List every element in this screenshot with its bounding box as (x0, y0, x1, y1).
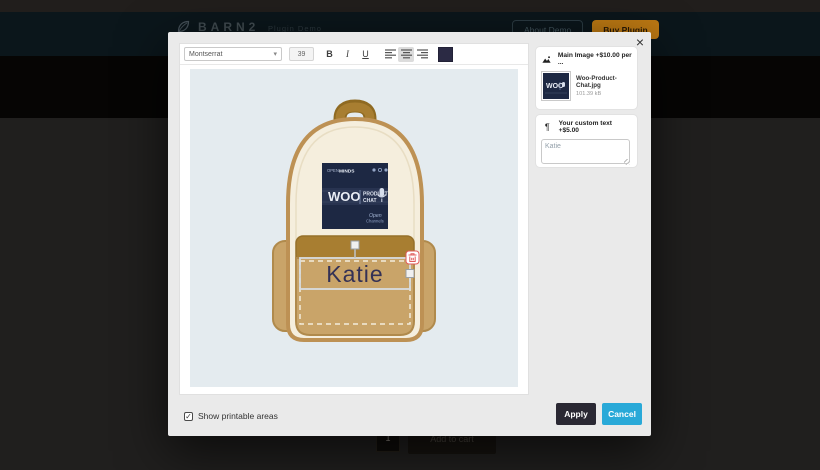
align-center-button[interactable] (398, 46, 414, 62)
artwork-dot (372, 168, 376, 172)
cancel-button[interactable]: Cancel (602, 403, 642, 425)
custom-text-card-header: ¶ Your custom text +$5.00 (541, 120, 632, 134)
artwork-title-woo: WOO (328, 189, 361, 204)
align-left-button[interactable] (382, 47, 398, 62)
textarea-resize-grip[interactable] (624, 159, 630, 165)
custom-text-field-wrap: Katie (541, 139, 632, 169)
close-icon[interactable]: × (636, 35, 644, 49)
main-image-card: Main Image +$10.00 per ... WOO Woo-Produ… (536, 47, 637, 109)
artwork-brand-open: OPEN (327, 168, 339, 173)
show-printable-areas-checkbox[interactable]: ✓ (184, 411, 193, 421)
uploaded-image-row[interactable]: WOO Woo-Product-Chat.jpg 101.39 kB (541, 71, 632, 101)
artwork-channels-script: Channels (366, 219, 384, 224)
apply-button[interactable]: Apply (556, 403, 596, 425)
artwork-brand-minds: MINDS (339, 168, 355, 174)
rotation-handle[interactable] (350, 240, 360, 250)
font-family-select[interactable]: Montserrat ▾ (184, 47, 282, 61)
chevron-down-icon: ▾ (273, 51, 277, 58)
artwork-title-chat: CHAT (363, 198, 377, 204)
show-printable-areas-row[interactable]: ✓ Show printable areas (184, 411, 278, 421)
custom-text-card: ¶ Your custom text +$5.00 Katie (536, 115, 637, 167)
uploaded-image-meta: Woo-Product-Chat.jpg 101.39 kB (576, 71, 632, 101)
italic-button[interactable]: I (340, 47, 355, 62)
text-toolbar: Montserrat ▾ B I U (180, 44, 528, 65)
font-family-value: Montserrat (189, 50, 223, 58)
design-canvas[interactable]: OPEN MINDS WOO PRODUCT CHAT Open Channel… (190, 69, 518, 387)
thumbnail-woo-text: WOO (546, 83, 564, 90)
page: BARN2 Plugin Demo About Demo Buy Plugin … (0, 0, 820, 470)
alignment-group (382, 46, 430, 62)
image-icon (541, 53, 553, 66)
printed-artwork[interactable]: OPEN MINDS WOO PRODUCT CHAT Open Channel… (322, 163, 388, 229)
underline-button[interactable]: U (358, 47, 373, 62)
editor-panel: Montserrat ▾ B I U (180, 44, 528, 394)
show-printable-areas-label: Show printable areas (198, 411, 278, 421)
artwork-dot (384, 168, 388, 172)
align-right-button[interactable] (414, 47, 430, 62)
align-left-icon (384, 49, 396, 59)
align-right-icon (416, 49, 428, 59)
font-size-input[interactable] (289, 47, 314, 61)
backpack-illustration: OPEN MINDS WOO PRODUCT CHAT Open Channel… (272, 99, 436, 342)
delete-element-button[interactable] (405, 250, 420, 265)
pilcrow-icon: ¶ (544, 122, 550, 132)
product-customizer-modal: × Montserrat ▾ B I U (168, 32, 651, 436)
resize-handle[interactable] (405, 269, 415, 278)
uploaded-image-filename: Woo-Product-Chat.jpg (576, 75, 617, 89)
uploaded-image-filesize: 101.39 kB (576, 91, 602, 97)
browser-top-strip (0, 0, 820, 12)
main-image-card-header: Main Image +$10.00 per ... (541, 52, 632, 66)
main-image-card-title: Main Image +$10.00 per ... (557, 52, 632, 66)
text-color-swatch[interactable] (438, 46, 453, 62)
custom-text-element[interactable]: Katie (326, 261, 383, 287)
custom-text-card-title: Your custom text +$5.00 (558, 120, 612, 134)
bold-button[interactable]: B (322, 47, 337, 62)
align-center-icon (400, 49, 412, 59)
uploaded-image-thumbnail: WOO (541, 71, 571, 101)
custom-text-input[interactable]: Katie (541, 139, 630, 164)
